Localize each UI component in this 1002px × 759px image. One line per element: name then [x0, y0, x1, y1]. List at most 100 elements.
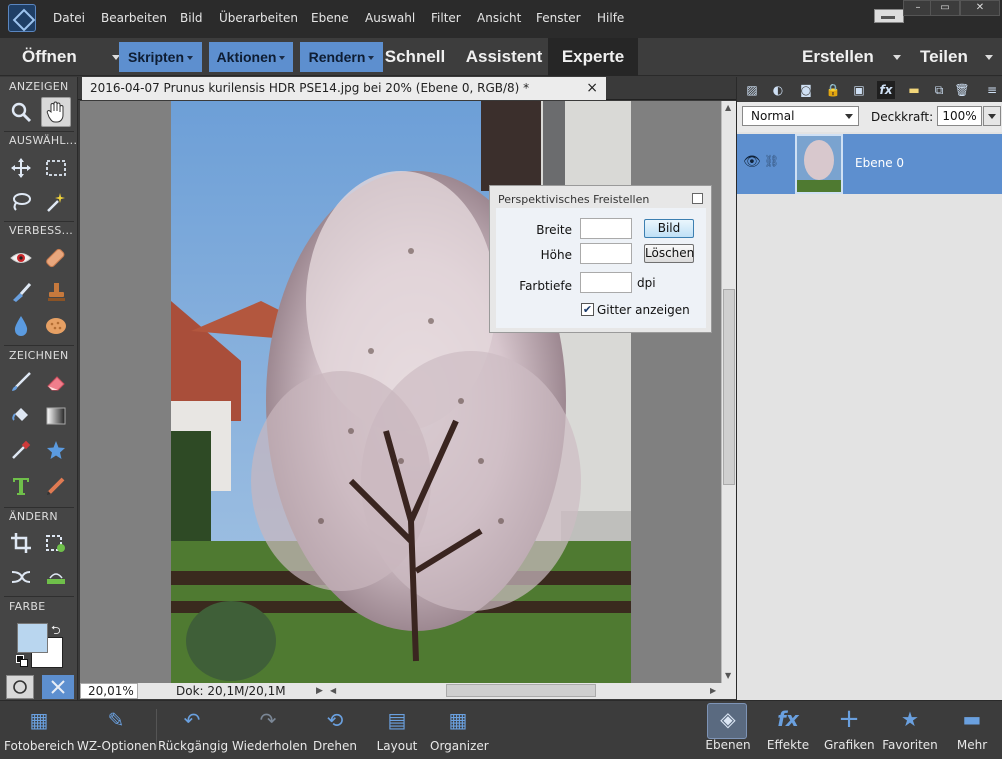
- effects-button[interactable]: fx Effekte: [764, 700, 812, 759]
- layer-mask-icon[interactable]: ◙: [797, 81, 815, 99]
- graphics-button[interactable]: + Grafiken: [824, 700, 875, 759]
- paint-bucket-tool-icon[interactable]: [6, 401, 36, 431]
- panel-menu-icon[interactable]: ≡: [983, 81, 1001, 99]
- marquee-tool-icon[interactable]: [41, 153, 71, 183]
- scroll-down-icon[interactable]: ▼: [725, 671, 731, 680]
- dialog-menu-icon[interactable]: [692, 193, 703, 204]
- straighten-tool-icon[interactable]: [41, 562, 71, 592]
- actions-label: Aktionen: [216, 49, 277, 65]
- menu-filter[interactable]: Filter: [431, 11, 461, 25]
- close-icon[interactable]: ×: [586, 77, 598, 99]
- photo-bin-button[interactable]: ▦ Fotobereich: [4, 701, 74, 759]
- opacity-dropdown-icon[interactable]: [983, 106, 1001, 126]
- eyedropper-tool-icon[interactable]: [6, 435, 36, 465]
- tool-options-button[interactable]: ✎ WZ-Optionen: [77, 701, 157, 759]
- opacity-field[interactable]: 100%: [937, 106, 982, 126]
- scroll-left-icon[interactable]: ◀: [330, 686, 336, 695]
- layers-panel: ▨ ◐ ◙ 🔒 ▣ fx ▬ ⧉ 🗑 ≡ Normal Deckkraft: 1…: [736, 77, 1002, 700]
- menu-ebene[interactable]: Ebene: [311, 11, 349, 25]
- move-tool-icon[interactable]: [6, 153, 36, 183]
- share-dropdown[interactable]: Teilen: [920, 38, 993, 76]
- organizer-button[interactable]: ▦ Organizer: [430, 701, 489, 759]
- magic-wand-tool-icon[interactable]: [41, 187, 71, 217]
- vertical-scroll-thumb[interactable]: [723, 289, 735, 485]
- menu-ansicht[interactable]: Ansicht: [477, 11, 521, 25]
- actions-button[interactable]: Aktionen: [209, 42, 293, 72]
- swap-colors-icon[interactable]: ⮌: [51, 621, 61, 642]
- width-field[interactable]: [580, 218, 632, 239]
- more-button[interactable]: ▬ Mehr: [950, 700, 994, 759]
- depth-field[interactable]: [580, 272, 632, 293]
- tab-quick[interactable]: Schnell: [384, 38, 446, 76]
- folder-icon[interactable]: ▬: [905, 81, 923, 99]
- menu-bearbeiten[interactable]: Bearbeiten: [101, 11, 167, 25]
- lock-all-icon[interactable]: ▣: [850, 81, 868, 99]
- foreground-color-swatch[interactable]: [17, 623, 48, 653]
- clear-button[interactable]: Löschen: [644, 244, 694, 263]
- rotate-button[interactable]: ⟲ Drehen: [312, 701, 358, 759]
- zoom-tool-icon[interactable]: [6, 97, 36, 127]
- crop-tool-icon[interactable]: [6, 528, 36, 558]
- gradient-tool-icon[interactable]: [41, 401, 71, 431]
- sponge-tool-icon[interactable]: [41, 311, 71, 341]
- content-aware-move-tool-icon[interactable]: [6, 562, 36, 592]
- new-layer-icon[interactable]: ▨: [743, 81, 761, 99]
- menu-datei[interactable]: Datei: [53, 11, 85, 25]
- default-colors-icon[interactable]: [16, 655, 28, 667]
- lock-icon[interactable]: 🔒: [824, 81, 842, 99]
- scroll-right-icon[interactable]: ▶: [710, 686, 716, 695]
- favorites-button[interactable]: ★ Favoriten: [882, 700, 938, 759]
- layer-row[interactable]: 👁 ⛓ Ebene 0: [737, 134, 1002, 194]
- blend-mode-select[interactable]: Normal: [742, 106, 859, 126]
- open-dropdown[interactable]: Öffnen: [22, 38, 120, 76]
- menu-auswahl[interactable]: Auswahl: [365, 11, 415, 25]
- height-field[interactable]: [580, 243, 632, 264]
- spot-healing-tool-icon[interactable]: [41, 243, 71, 273]
- tab-guided[interactable]: Assistent: [463, 38, 545, 76]
- horizontal-scroll-thumb[interactable]: [446, 684, 596, 697]
- tool-options-toggle-icon[interactable]: [42, 675, 74, 699]
- scripts-button[interactable]: Skripten: [119, 42, 202, 72]
- tab-expert[interactable]: Experte: [548, 38, 638, 76]
- layers-button[interactable]: ◈ Ebenen: [702, 700, 754, 759]
- quick-mask-icon[interactable]: [6, 675, 34, 699]
- scroll-up-icon[interactable]: ▲: [725, 103, 731, 112]
- render-button[interactable]: Rendern: [300, 42, 383, 72]
- visibility-eye-icon[interactable]: 👁: [743, 154, 761, 170]
- clone-stamp-tool-icon[interactable]: [41, 277, 71, 307]
- width-label: Breite: [536, 223, 572, 237]
- menu-ueberarbeiten[interactable]: Überarbeiten: [219, 11, 298, 25]
- zoom-level-field[interactable]: 20,01%: [80, 683, 138, 699]
- lasso-tool-icon[interactable]: [6, 187, 36, 217]
- status-menu-arrow-icon[interactable]: ▶: [316, 686, 323, 696]
- minimize-button[interactable]: –: [903, 0, 933, 16]
- eraser-tool-icon[interactable]: [41, 367, 71, 397]
- layout-button[interactable]: ▤ Layout: [374, 701, 420, 759]
- vertical-scrollbar[interactable]: ▲ ▼: [721, 101, 736, 683]
- recompose-tool-icon[interactable]: [41, 528, 71, 558]
- hand-tool-icon[interactable]: [41, 97, 71, 127]
- redo-button[interactable]: ↷ Wiederholen: [232, 701, 307, 759]
- maximize-button[interactable]: ▭: [930, 0, 960, 16]
- link-layers-icon[interactable]: ⧉: [930, 81, 948, 99]
- smart-brush-tool-icon[interactable]: [6, 277, 36, 307]
- undo-button[interactable]: ↶ Rückgängig: [158, 701, 228, 759]
- blur-tool-icon[interactable]: [6, 311, 36, 341]
- pencil-tool-icon[interactable]: [41, 471, 71, 501]
- close-window-button[interactable]: ✕: [960, 0, 1000, 16]
- menu-fenster[interactable]: Fenster: [536, 11, 581, 25]
- image-button[interactable]: Bild: [644, 219, 694, 238]
- adjustment-layer-icon[interactable]: ◐: [769, 81, 787, 99]
- red-eye-tool-icon[interactable]: [6, 243, 36, 273]
- fx-icon[interactable]: fx: [877, 81, 895, 99]
- minimized-window-icon[interactable]: [874, 9, 904, 23]
- document-tab[interactable]: 2016-04-07 Prunus kurilensis HDR PSE14.j…: [82, 77, 606, 100]
- menu-hilfe[interactable]: Hilfe: [597, 11, 624, 25]
- brush-tool-icon[interactable]: [6, 367, 36, 397]
- create-dropdown[interactable]: Erstellen: [802, 38, 901, 76]
- trash-icon[interactable]: 🗑: [953, 81, 971, 99]
- menu-bild[interactable]: Bild: [180, 11, 203, 25]
- type-tool-icon[interactable]: [6, 471, 36, 501]
- grid-checkbox[interactable]: ✔: [581, 303, 594, 316]
- custom-shape-tool-icon[interactable]: [41, 435, 71, 465]
